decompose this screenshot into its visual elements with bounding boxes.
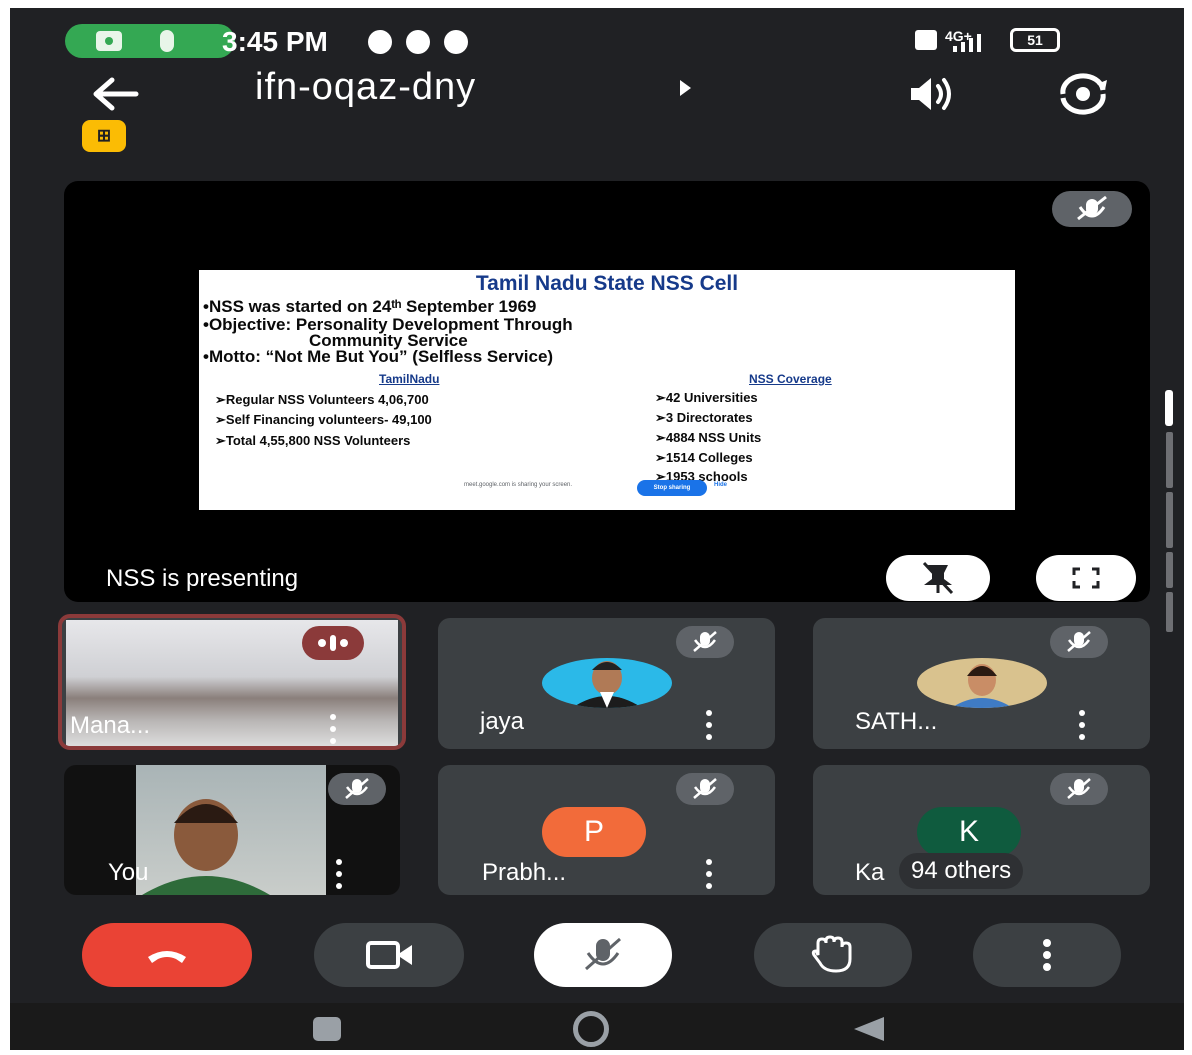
mic-toggle-button[interactable] [534, 923, 672, 987]
unpin-button[interactable] [886, 555, 990, 601]
slide-left-item: ➢Regular NSS Volunteers 4,06,700 [215, 392, 429, 407]
participant-tile[interactable]: SATH... [813, 618, 1150, 749]
mic-in-use-icon [160, 30, 174, 52]
host-controls-badge-icon[interactable]: ⊞ [82, 120, 126, 152]
hide-notice-button: Hide [714, 482, 728, 488]
mic-off-icon [1050, 773, 1108, 805]
whatsapp-icon [368, 30, 392, 54]
battery-icon: 51 [1010, 28, 1060, 52]
participant-name: You [108, 859, 149, 886]
recents-icon[interactable] [313, 1017, 341, 1041]
participant-name: Prabh... [482, 859, 567, 886]
participant-name: Mana... [70, 712, 151, 739]
slide-right-heading: NSS Coverage [749, 372, 832, 386]
system-navigation-bar [10, 1003, 1184, 1050]
more-vert-icon[interactable] [704, 710, 714, 740]
slide-left-heading: TamilNadu [379, 372, 440, 386]
end-call-button[interactable] [82, 923, 252, 987]
back-nav-icon[interactable] [854, 1017, 884, 1041]
participant-tile[interactable]: P Prabh... [438, 765, 775, 895]
scrollbar-segment [1166, 592, 1173, 632]
presentation-tile[interactable]: Tamil Nadu State NSS Cell •NSS was start… [64, 181, 1150, 602]
participant-tile[interactable]: jaya [438, 618, 775, 749]
more-options-button[interactable] [973, 923, 1121, 987]
meeting-info-caret-icon[interactable] [680, 80, 691, 96]
slide-line: •Motto: “Not Me But You” (Selfless Servi… [203, 347, 554, 366]
participant-name: jaya [480, 708, 525, 735]
home-icon[interactable] [573, 1011, 609, 1047]
meeting-code[interactable]: ifn-oqaz-dny [255, 66, 476, 109]
others-count-label[interactable]: 94 others [899, 853, 1024, 889]
slide-line: •NSS was started on 24ᵗʰ September 1969 [203, 297, 537, 316]
chat-icon [406, 30, 430, 54]
battery-level: 51 [1027, 32, 1043, 48]
more-vert-icon[interactable] [328, 714, 338, 744]
mic-off-icon [328, 773, 386, 805]
shared-slide: Tamil Nadu State NSS Cell •NSS was start… [199, 270, 1015, 510]
participant-initial-avatar: P [542, 807, 646, 857]
stop-sharing-button: Stop sharing [637, 480, 707, 496]
presenting-label: NSS is presenting [106, 565, 299, 592]
more-vert-icon[interactable] [334, 859, 344, 889]
slide-left-item: ➢Self Financing volunteers- 49,100 [215, 412, 432, 427]
slide-right-item: ➢1514 Colleges [655, 450, 753, 465]
slide-left-item: ➢Total 4,55,800 NSS Volunteers [215, 433, 411, 448]
speaker-icon[interactable] [905, 72, 955, 116]
others-tile[interactable]: K Ka 94 others [813, 765, 1150, 895]
flip-camera-icon[interactable] [1055, 70, 1111, 118]
slide-right-item: ➢4884 NSS Units [655, 430, 762, 445]
participant-avatar [917, 658, 1047, 708]
slide-right-item: ➢42 Universities [655, 390, 758, 405]
slide-right-item: ➢3 Directorates [655, 410, 753, 425]
self-video [136, 765, 326, 895]
scrollbar-segment [1166, 432, 1173, 488]
share-notice-text: meet.google.com is sharing your screen. [464, 482, 573, 488]
slide-title: Tamil Nadu State NSS Cell [475, 272, 739, 295]
participant-tile[interactable]: You [64, 765, 400, 895]
mic-off-icon [676, 773, 734, 805]
participant-tile[interactable]: Mana... [58, 614, 406, 750]
camera-toggle-button[interactable] [314, 923, 464, 987]
screen-share-notice: meet.google.com is sharing your screen. … [464, 480, 754, 496]
status-time: 3:45 PM [222, 26, 328, 57]
more-vert-icon[interactable] [1077, 710, 1087, 740]
back-arrow-icon[interactable] [90, 72, 142, 116]
signal-bars-icon [953, 34, 981, 52]
more-vert-icon[interactable] [704, 859, 714, 889]
mic-off-icon [1052, 191, 1132, 227]
mic-off-icon [1050, 626, 1108, 658]
scrollbar-thumb[interactable] [1165, 390, 1173, 426]
privacy-indicator-pill [65, 24, 235, 58]
signal-icon: 4G+ [915, 28, 995, 54]
volte-icon [915, 30, 937, 50]
scrollbar-segment [1166, 552, 1173, 588]
raise-hand-button[interactable] [754, 923, 912, 987]
participant-initial-avatar: K [917, 807, 1021, 857]
participant-name: SATH... [855, 708, 938, 735]
participant-avatar [542, 658, 672, 708]
scrollbar-segment [1166, 492, 1173, 548]
mic-off-icon [676, 626, 734, 658]
fullscreen-button[interactable] [1036, 555, 1136, 601]
speaking-indicator-icon [302, 626, 364, 660]
participant-name: Ka [855, 859, 885, 886]
meet-call-screen: 3:45 PM 4G+ 51 ifn-oqaz-dny ⊞ Tamil Nadu… [10, 8, 1184, 1050]
camera-in-use-icon [96, 31, 122, 51]
phone-icon [444, 30, 468, 54]
